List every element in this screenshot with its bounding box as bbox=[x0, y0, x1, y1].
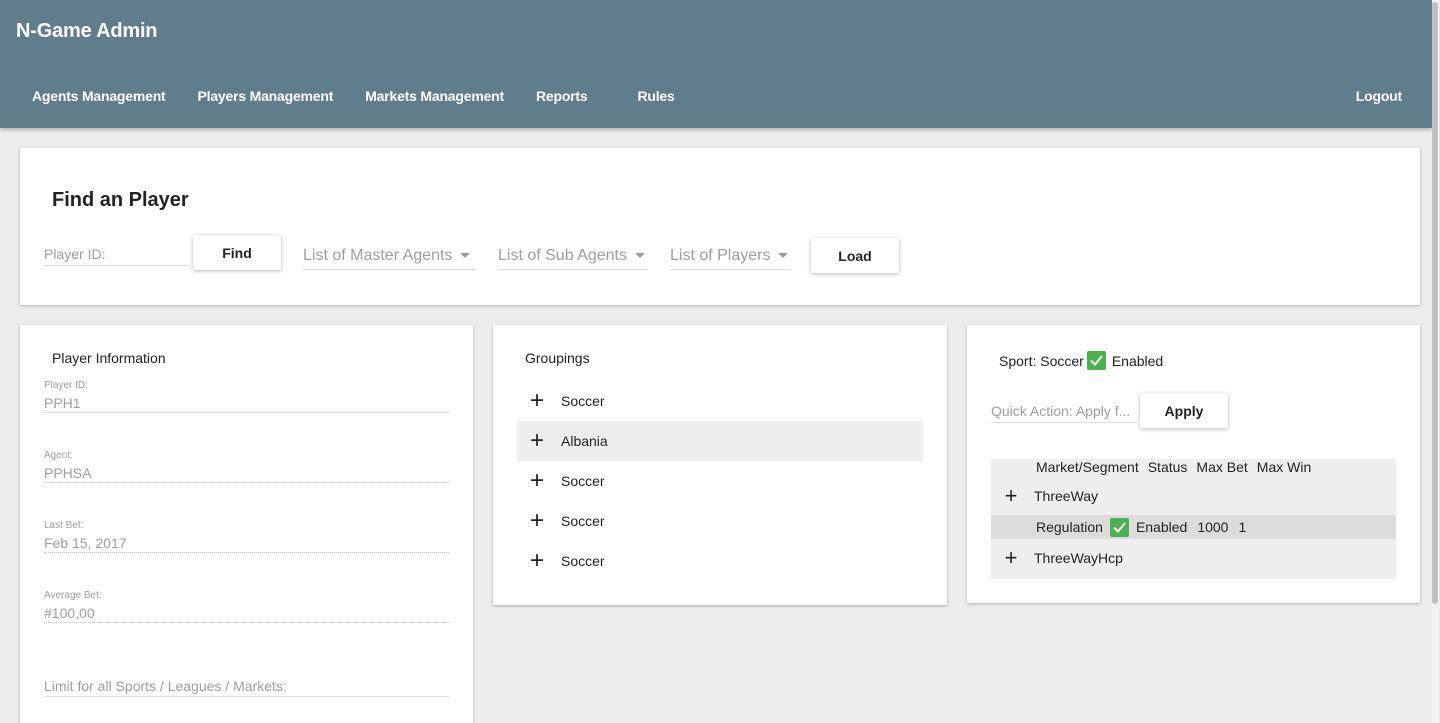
field-value: Feb 15, 2017 bbox=[44, 535, 127, 551]
plus-icon[interactable]: + bbox=[517, 469, 557, 493]
grouping-label: Albania bbox=[561, 433, 608, 449]
field-label: Last Bet: bbox=[44, 520, 84, 531]
find-player-card: Find an Player Find List of Master Agent… bbox=[20, 148, 1420, 305]
player-id-field: Player ID: PPH1 bbox=[44, 380, 449, 413]
caret-down-icon bbox=[460, 253, 471, 258]
grouping-label: Soccer bbox=[561, 513, 605, 529]
caret-down-icon bbox=[634, 253, 645, 258]
grouping-item[interactable]: + Soccer bbox=[517, 381, 923, 421]
grouping-item[interactable]: + Soccer bbox=[517, 541, 923, 581]
player-information-header: Player Information bbox=[52, 350, 166, 366]
groupings-header: Groupings bbox=[525, 350, 590, 366]
sport-label: Sport: Soccer bbox=[999, 352, 1084, 369]
sport-status-line: Sport: Soccer Enabled bbox=[999, 351, 1163, 370]
players-select-label: List of Players bbox=[670, 246, 771, 264]
agent-field: Agent: PPHSA bbox=[44, 450, 449, 483]
grouping-item[interactable]: + Soccer bbox=[517, 461, 923, 501]
app-title: N-Game Admin bbox=[16, 20, 158, 42]
field-label: Player ID: bbox=[44, 380, 88, 391]
segment-label: Regulation bbox=[1036, 519, 1103, 535]
find-button[interactable]: Find bbox=[193, 235, 281, 270]
app-bar: N-Game Admin Agents Management Players M… bbox=[0, 0, 1432, 128]
field-label: Average Bet: bbox=[44, 590, 102, 601]
plus-icon[interactable]: + bbox=[517, 389, 557, 413]
sport-status-label: Enabled bbox=[1111, 352, 1164, 369]
nav-markets-management[interactable]: Markets Management bbox=[349, 82, 520, 110]
nav-reports[interactable]: Reports bbox=[520, 82, 622, 110]
segment-row: Regulation Enabled 1000 1 bbox=[991, 515, 1396, 539]
market-row[interactable]: + ThreeWayHcp bbox=[991, 545, 1396, 571]
average-bet-field: Average Bet: #100,00 bbox=[44, 590, 449, 623]
apply-button[interactable]: Apply bbox=[1140, 393, 1228, 428]
player-information-card: Player Information Player ID: PPH1 Agent… bbox=[20, 325, 473, 723]
grouping-label: Soccer bbox=[561, 393, 605, 409]
sub-agents-select[interactable]: List of Sub Agents bbox=[498, 242, 648, 270]
market-label: ThreeWay bbox=[1034, 488, 1099, 504]
segment-max-win: 1 bbox=[1238, 519, 1247, 535]
limit-input[interactable] bbox=[44, 675, 449, 697]
player-id-input[interactable] bbox=[44, 243, 190, 266]
sub-agents-select-label: List of Sub Agents bbox=[498, 246, 627, 264]
field-label: Agent: bbox=[44, 450, 73, 461]
players-select[interactable]: List of Players bbox=[670, 242, 791, 270]
field-value: PPHSA bbox=[44, 465, 92, 481]
groupings-card: Groupings + Soccer + Albania + Soccer + … bbox=[493, 325, 947, 605]
page-scrollbar-thumb[interactable] bbox=[1432, 2, 1438, 604]
plus-icon[interactable]: + bbox=[517, 429, 557, 453]
last-bet-field: Last Bet: Feb 15, 2017 bbox=[44, 520, 449, 553]
market-row[interactable]: + ThreeWay bbox=[991, 483, 1396, 509]
find-player-title: Find an Player bbox=[52, 189, 189, 211]
grouping-label: Soccer bbox=[561, 553, 605, 569]
checkbox-checked-icon[interactable] bbox=[1109, 517, 1129, 537]
markets-table-header: Market/Segment Status Max Bet Max Win bbox=[1036, 459, 1320, 475]
load-button[interactable]: Load bbox=[811, 238, 899, 273]
sport-card: Sport: Soccer Enabled Apply Market/Segme… bbox=[967, 325, 1420, 603]
checkbox-checked-icon[interactable] bbox=[1086, 351, 1106, 370]
field-value: #100,00 bbox=[44, 605, 95, 621]
market-label: ThreeWayHcp bbox=[1034, 550, 1123, 566]
plus-icon[interactable]: + bbox=[991, 484, 1031, 508]
nav-rules[interactable]: Rules bbox=[621, 82, 690, 110]
column-header: Max Win bbox=[1256, 459, 1312, 475]
grouping-label: Soccer bbox=[561, 473, 605, 489]
master-agents-select[interactable]: List of Master Agents bbox=[303, 242, 475, 270]
plus-icon[interactable]: + bbox=[991, 546, 1031, 570]
segment-status: Enabled bbox=[1135, 519, 1188, 535]
grouping-item[interactable]: + Soccer bbox=[517, 501, 923, 541]
field-value: PPH1 bbox=[44, 395, 81, 411]
markets-table: Market/Segment Status Max Bet Max Win + … bbox=[991, 459, 1396, 579]
master-agents-select-label: List of Master Agents bbox=[303, 246, 453, 264]
nav-agents-management[interactable]: Agents Management bbox=[16, 82, 182, 110]
grouping-item[interactable]: + Albania bbox=[517, 421, 923, 461]
main-nav: Agents Management Players Management Mar… bbox=[16, 82, 691, 110]
column-header: Market/Segment bbox=[1036, 459, 1139, 475]
segment-max-bet: 1000 bbox=[1197, 519, 1229, 535]
nav-players-management[interactable]: Players Management bbox=[182, 82, 350, 110]
logout-button[interactable]: Logout bbox=[1340, 82, 1418, 110]
quick-action-input[interactable] bbox=[991, 400, 1137, 423]
column-header: Status bbox=[1147, 459, 1188, 475]
plus-icon[interactable]: + bbox=[517, 509, 557, 533]
caret-down-icon bbox=[778, 253, 789, 258]
plus-icon[interactable]: + bbox=[517, 549, 557, 573]
column-header: Max Bet bbox=[1196, 459, 1248, 475]
